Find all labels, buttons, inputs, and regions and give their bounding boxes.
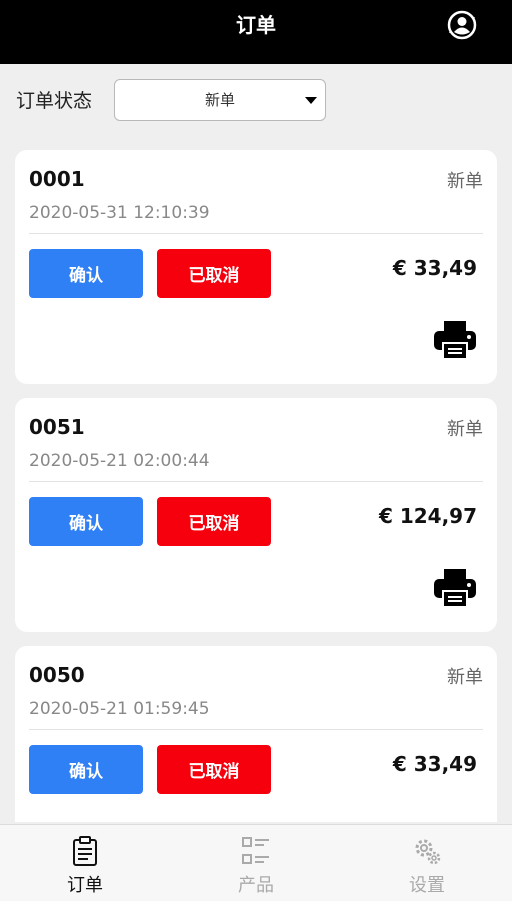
order-time: 2020-05-21 02:00:44 xyxy=(29,451,210,471)
clipboard-icon xyxy=(73,836,97,866)
tab-orders[interactable]: 订单 xyxy=(0,825,170,901)
order-card: 0001 新单 2020-05-31 12:10:39 确认 已取消 € 33,… xyxy=(15,150,497,384)
printer-icon xyxy=(434,569,476,608)
order-id: 0001 xyxy=(29,167,85,191)
cancel-button[interactable]: 已取消 xyxy=(157,249,271,298)
tab-products[interactable]: 产品 xyxy=(171,825,341,901)
status-select[interactable]: 新单 xyxy=(114,79,326,121)
app-header: 订单 xyxy=(0,0,512,64)
order-price: € 33,49 xyxy=(392,752,477,776)
user-circle-icon xyxy=(447,10,477,40)
divider xyxy=(29,481,483,482)
cancel-button[interactable]: 已取消 xyxy=(157,745,271,794)
order-time: 2020-05-21 01:59:45 xyxy=(29,699,210,719)
printer-icon xyxy=(434,321,476,360)
cancel-button[interactable]: 已取消 xyxy=(157,497,271,546)
order-status: 新单 xyxy=(447,171,483,192)
confirm-button[interactable]: 确认 xyxy=(29,497,143,546)
print-button[interactable] xyxy=(433,320,477,360)
gear-icon xyxy=(415,839,441,865)
confirm-button[interactable]: 确认 xyxy=(29,745,143,794)
tab-settings-label: 设置 xyxy=(409,875,445,896)
status-filter-bar: 订单状态 新单 xyxy=(0,64,512,136)
chevron-down-icon xyxy=(305,97,317,104)
status-select-value: 新单 xyxy=(204,91,235,109)
order-price: € 33,49 xyxy=(392,256,477,280)
confirm-button[interactable]: 确认 xyxy=(29,249,143,298)
bottom-tab-bar: 订单 产品 设置 xyxy=(0,824,512,901)
print-button[interactable] xyxy=(433,568,477,608)
divider xyxy=(29,729,483,730)
order-list[interactable]: 0001 新单 2020-05-31 12:10:39 确认 已取消 € 33,… xyxy=(15,150,497,822)
order-time: 2020-05-31 12:10:39 xyxy=(29,203,210,223)
status-filter-label: 订单状态 xyxy=(16,90,93,112)
order-status: 新单 xyxy=(447,667,483,688)
divider xyxy=(29,233,483,234)
order-price: € 124,97 xyxy=(378,504,477,528)
page-title: 订单 xyxy=(236,13,276,37)
list-icon xyxy=(242,837,269,864)
tab-settings[interactable]: 设置 xyxy=(342,825,512,901)
user-account-button[interactable] xyxy=(446,9,478,41)
order-card: 0050 新单 2020-05-21 01:59:45 确认 已取消 € 33,… xyxy=(15,646,497,822)
order-status: 新单 xyxy=(447,419,483,440)
tab-orders-label: 订单 xyxy=(67,875,103,896)
order-id: 0051 xyxy=(29,415,85,439)
order-id: 0050 xyxy=(29,663,85,687)
tab-products-label: 产品 xyxy=(238,875,274,896)
order-card: 0051 新单 2020-05-21 02:00:44 确认 已取消 € 124… xyxy=(15,398,497,632)
